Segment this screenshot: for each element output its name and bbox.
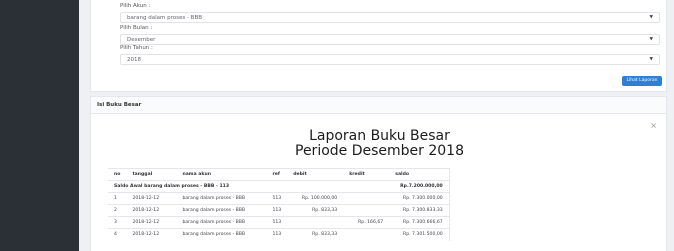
akun-label: Pilih Akun : (120, 3, 151, 9)
cell-saldo: Rp. 7.300.666,67 (389, 216, 450, 229)
report-title: Laporan Buku Besar (309, 128, 450, 144)
chevron-down-icon: ▼ (649, 15, 653, 20)
cell-nama-akun: barang dalam proses - BBB (176, 216, 267, 229)
cell-debit (287, 216, 344, 229)
cell-no: 1 (108, 192, 127, 205)
cell-tanggal: 2018-12-12 (126, 216, 177, 229)
cell-saldo: Rp. 7.300.000,00 (389, 192, 450, 205)
col-saldo: saldo (389, 168, 450, 181)
chevron-down-icon: ▼ (649, 37, 653, 42)
result-header: Isi Buku Besar (91, 97, 666, 114)
cell-nama-akun: barang dalam proses - BBB (176, 204, 267, 217)
col-no: no (108, 168, 127, 181)
sidebar (0, 0, 79, 251)
cell-nama-akun: barang dalam proses - BBB (176, 192, 267, 205)
akun-select[interactable]: barang dalam proses - BBB ▼ (120, 12, 660, 23)
cell-kredit (343, 192, 390, 205)
cell-kredit (343, 228, 390, 241)
main-content: Pilih Akun : barang dalam proses - BBB ▼… (79, 0, 674, 251)
cell-debit: Rp. 833,33 (287, 204, 344, 217)
cell-no: 4 (108, 228, 127, 241)
cell-tanggal: 2018-12-12 (126, 204, 177, 217)
col-debit: debit (287, 168, 344, 181)
cell-tanggal: 2018-12-12 (126, 228, 177, 241)
cell-debit: Rp. 833,33 (287, 228, 344, 241)
col-nama-akun: nama akun (176, 168, 267, 181)
akun-select-value: barang dalam proses - BBB (127, 14, 202, 21)
cell-ref: 113 (266, 204, 288, 217)
col-ref: ref (266, 168, 288, 181)
saldo-awal-label: Saldo Awal barang dalam proses - BBB - 1… (108, 180, 390, 193)
table-row: 1 2018-12-12 barang dalam proses - BBB 1… (108, 192, 450, 205)
result-card: Isi Buku Besar × Laporan Buku Besar Peri… (90, 96, 667, 251)
bulan-select[interactable]: Desember ▼ (120, 34, 660, 45)
cell-ref: 113 (266, 228, 288, 241)
bulan-label: Pilih Bulan : (120, 25, 153, 31)
lihat-laporan-button[interactable]: Lihat Laporan (622, 76, 662, 86)
cell-nama-akun: barang dalam proses - BBB (176, 228, 267, 241)
cell-ref: 113 (266, 216, 288, 229)
cell-saldo: Rp. 7.301.500,00 (389, 228, 450, 241)
table-header-row: no tanggal nama akun ref debit kredit sa… (108, 168, 450, 181)
table-row: 2 2018-12-12 barang dalam proses - BBB 1… (108, 204, 450, 217)
bulan-select-value: Desember (127, 36, 156, 43)
tahun-select-value: 2018 (127, 56, 141, 63)
cell-tanggal: 2018-12-12 (126, 192, 177, 205)
cell-ref: 113 (266, 192, 288, 205)
saldo-awal-row: Saldo Awal barang dalam proses - BBB - 1… (108, 180, 450, 193)
table-row: 3 2018-12-12 barang dalam proses - BBB 1… (108, 216, 450, 229)
filter-card: Pilih Akun : barang dalam proses - BBB ▼… (90, 0, 667, 92)
result-header-title: Isi Buku Besar (97, 102, 142, 108)
cell-no: 3 (108, 216, 127, 229)
cell-no: 2 (108, 204, 127, 217)
report-period: Periode Desember 2018 (295, 143, 464, 159)
col-kredit: kredit (343, 168, 390, 181)
cell-kredit: Rp. 166,67 (343, 216, 390, 229)
col-tanggal: tanggal (126, 168, 177, 181)
tahun-label: Pilih Tahun : (120, 45, 153, 51)
cell-saldo: Rp. 7.300.833,33 (389, 204, 450, 217)
chevron-down-icon: ▼ (649, 57, 653, 62)
table-row: 4 2018-12-12 barang dalam proses - BBB 1… (108, 228, 450, 241)
tahun-select[interactable]: 2018 ▼ (120, 54, 660, 65)
saldo-awal-value: Rp.7.200.000,00 (389, 180, 450, 193)
ledger-table: no tanggal nama akun ref debit kredit sa… (108, 168, 450, 241)
cell-debit: Rp. 100.000,00 (287, 192, 344, 205)
cell-kredit (343, 204, 390, 217)
